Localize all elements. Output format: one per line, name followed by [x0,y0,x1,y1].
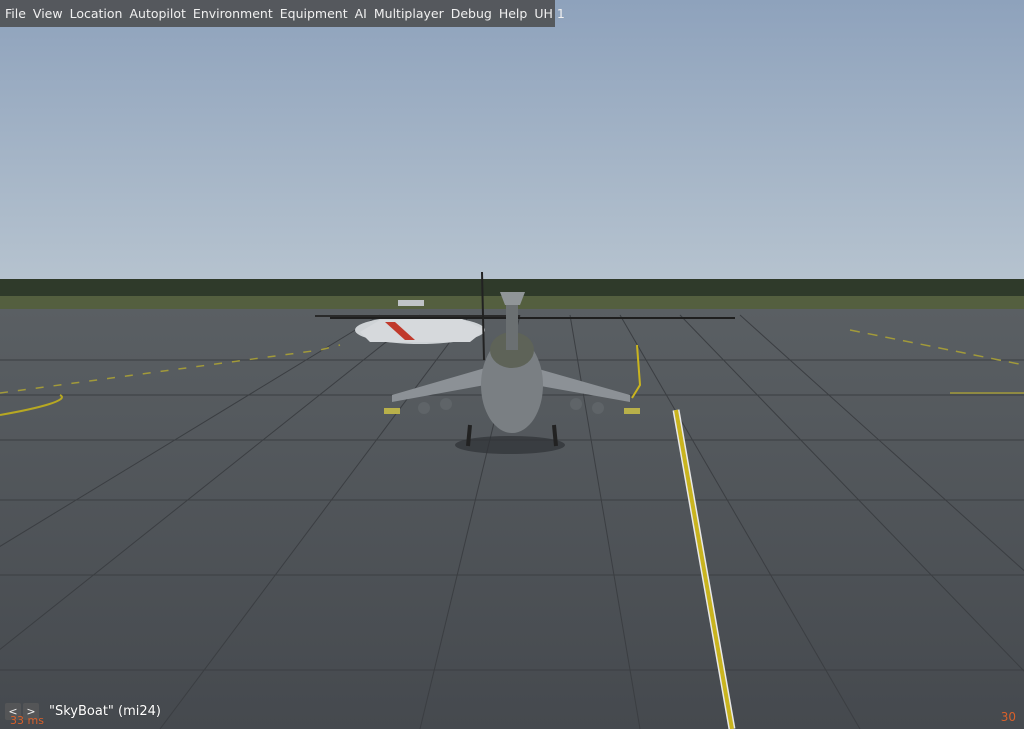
menu-bar: File View Location Autopilot Environment… [0,0,565,27]
menu-uh1[interactable]: UH 1 [531,0,568,27]
flight-sim-viewport [0,0,1024,729]
sky [0,0,1024,282]
menu-multiplayer[interactable]: Multiplayer [371,0,448,27]
menu-help[interactable]: Help [496,0,532,27]
fps-counter: 30 [1000,710,1016,724]
menu-environment[interactable]: Environment [190,0,277,27]
frame-time-readout: 33 ms [10,714,44,727]
menu-view[interactable]: View [30,0,67,27]
menu-ai[interactable]: AI [352,0,371,27]
menu-location[interactable]: Location [67,0,127,27]
menu-debug[interactable]: Debug [448,0,496,27]
menu-equipment[interactable]: Equipment [277,0,352,27]
menu-file[interactable]: File [2,0,30,27]
menu-autopilot[interactable]: Autopilot [126,0,189,27]
view-target-label: "SkyBoat" (mi24) [49,704,161,719]
